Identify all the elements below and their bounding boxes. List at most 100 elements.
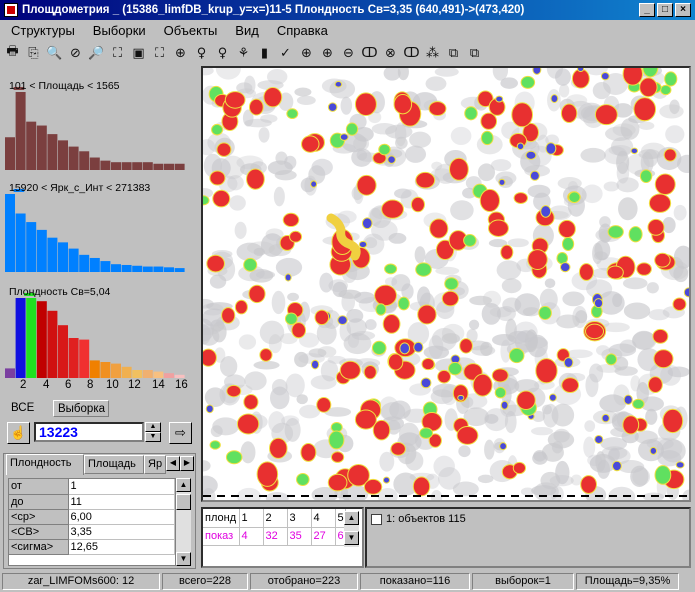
cell-object[interactable] — [654, 252, 671, 268]
cell-object[interactable] — [559, 262, 571, 273]
cell-object[interactable] — [563, 357, 574, 368]
cell-object[interactable] — [226, 384, 242, 398]
cell-object[interactable] — [488, 219, 509, 237]
scroll-thumb[interactable] — [176, 494, 191, 510]
spin-down-icon[interactable]: ▼ — [145, 432, 161, 442]
table-vscroll[interactable]: ▲ ▼ — [344, 511, 359, 547]
cell-object[interactable] — [248, 284, 266, 304]
cell-object[interactable] — [374, 284, 397, 307]
cell-object[interactable] — [560, 103, 578, 124]
cell-object[interactable] — [387, 353, 404, 371]
cell-object[interactable] — [538, 305, 552, 320]
cell-object[interactable] — [652, 328, 669, 344]
cell-object[interactable] — [205, 404, 214, 414]
eraser-icon[interactable]: ▮ — [254, 44, 275, 63]
cell-object[interactable] — [371, 340, 387, 356]
cell-object[interactable] — [378, 143, 391, 156]
cell-object[interactable] — [339, 360, 361, 380]
row-value[interactable]: 12,65 — [68, 539, 175, 555]
cell-object[interactable] — [296, 472, 310, 487]
scroll-down-icon[interactable]: ▼ — [344, 531, 359, 545]
cell-object[interactable] — [216, 142, 232, 157]
cell-object[interactable] — [647, 376, 663, 394]
apply-icon[interactable]: ⇨ — [169, 422, 192, 444]
frame-icon[interactable]: ▣ — [128, 44, 149, 63]
cell-object[interactable] — [630, 147, 639, 155]
cell-object[interactable] — [653, 349, 674, 369]
cell-object[interactable] — [545, 142, 557, 155]
cell-object[interactable] — [387, 155, 396, 164]
cell-object[interactable] — [548, 393, 557, 402]
row-value[interactable]: 3,35 — [68, 524, 175, 540]
cell-object[interactable] — [654, 173, 676, 196]
cell-object[interactable] — [639, 169, 653, 184]
cell-object[interactable] — [327, 102, 338, 112]
no-zoom-icon[interactable]: ⊘ — [65, 44, 86, 63]
bug-icon[interactable]: ⚘ — [233, 44, 254, 63]
cell-object[interactable] — [397, 296, 410, 311]
cell-object[interactable] — [419, 427, 434, 439]
cell-object[interactable] — [622, 68, 644, 86]
cell-object[interactable] — [393, 94, 413, 115]
paste-icon[interactable]: ⧉ — [464, 44, 485, 63]
cell-object[interactable] — [415, 262, 432, 277]
cell-object[interactable] — [437, 369, 451, 384]
cell-object[interactable] — [491, 368, 509, 383]
cell-object[interactable] — [282, 212, 300, 228]
cell-object[interactable] — [212, 189, 231, 208]
app-icon[interactable] — [4, 3, 18, 17]
cell-object[interactable] — [358, 240, 368, 249]
cell-object[interactable] — [561, 236, 575, 252]
cell-object[interactable] — [269, 437, 288, 459]
cell-object[interactable] — [463, 233, 477, 247]
cell-object[interactable] — [464, 106, 478, 121]
tab-brightness[interactable]: Яр — [144, 455, 166, 474]
cell-object[interactable] — [410, 196, 425, 213]
tab-all[interactable]: ВСЕ — [7, 400, 51, 417]
cell-object[interactable] — [381, 199, 404, 219]
scroll-down-icon[interactable]: ▼ — [176, 552, 191, 566]
cell-object[interactable] — [284, 312, 298, 326]
cell-object[interactable] — [516, 390, 536, 411]
cell-object[interactable] — [203, 348, 217, 367]
cell-object[interactable] — [513, 192, 528, 204]
print-icon[interactable]: 🖶 — [2, 44, 23, 63]
cell-object[interactable] — [512, 461, 527, 475]
cell-object[interactable] — [639, 77, 658, 98]
cell-object[interactable] — [310, 359, 320, 370]
cell-object[interactable] — [535, 358, 558, 384]
cell-object[interactable] — [236, 413, 260, 435]
cell-object[interactable] — [675, 461, 685, 469]
cell-object[interactable] — [632, 398, 645, 410]
cell-object[interactable] — [444, 277, 459, 291]
fit-icon[interactable]: ⛶ — [107, 44, 128, 63]
cell-object[interactable] — [363, 364, 377, 380]
cell-object[interactable] — [527, 249, 548, 270]
cell-object[interactable] — [286, 108, 299, 119]
cell-object[interactable] — [390, 442, 406, 456]
menu-view[interactable]: Вид — [224, 23, 266, 38]
cell-object[interactable] — [441, 290, 459, 307]
cell-object[interactable] — [354, 92, 377, 116]
cell-object[interactable] — [337, 315, 348, 325]
cell-object[interactable] — [246, 168, 265, 190]
close-button[interactable]: × — [675, 3, 691, 17]
data-cell[interactable]: показ — [203, 527, 240, 546]
cell-object[interactable] — [399, 342, 410, 355]
cell-object[interactable] — [662, 408, 684, 434]
list-checkbox[interactable] — [371, 513, 382, 525]
scroll-up-icon[interactable]: ▲ — [344, 511, 359, 525]
cell-object[interactable] — [511, 102, 534, 128]
cell-object[interactable] — [600, 72, 610, 81]
select-icon[interactable]: ⛶ — [149, 44, 170, 63]
cell-image[interactable] — [203, 68, 689, 500]
list-item[interactable]: 1: объектов 115 — [371, 513, 466, 525]
data-cell[interactable]: 32 — [263, 527, 288, 546]
cell-object[interactable] — [382, 476, 391, 484]
pointer-icon[interactable]: ☝ — [7, 422, 30, 444]
cell-object[interactable] — [372, 419, 391, 441]
row-value[interactable]: 6,00 — [68, 509, 175, 525]
cell-object[interactable] — [314, 309, 330, 326]
cell-object[interactable] — [585, 323, 605, 340]
cell-object[interactable] — [529, 170, 540, 181]
